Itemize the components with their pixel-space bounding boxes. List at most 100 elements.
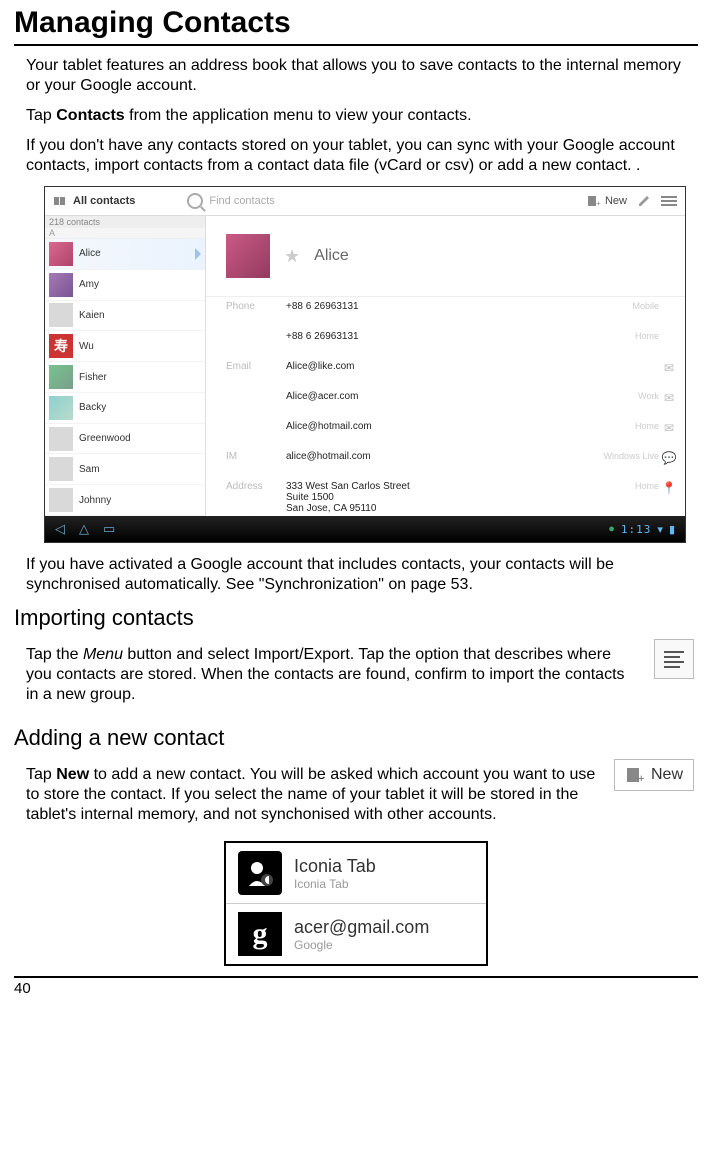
account-name: acer@gmail.com bbox=[294, 917, 429, 938]
add-contact-icon: + bbox=[625, 766, 645, 784]
field-type: Home bbox=[579, 331, 659, 341]
contact-photo bbox=[226, 234, 270, 278]
svg-text:+: + bbox=[638, 773, 644, 784]
contact-item: Fisher bbox=[45, 362, 205, 393]
add-paragraph: Tap New to add a new contact. You will b… bbox=[26, 765, 596, 825]
account-name: Iconia Tab bbox=[294, 856, 376, 877]
back-icon: ◁ bbox=[55, 521, 65, 537]
contact-item: Kaien bbox=[45, 301, 205, 332]
field-value: +88 6 26963131 bbox=[286, 331, 579, 342]
account-chooser-figure: Iconia Tab Iconia Tab g acer@gmail.com G… bbox=[224, 841, 488, 966]
contact-count: 218 contacts bbox=[45, 216, 205, 228]
field-type: Home bbox=[579, 481, 659, 491]
field-action-icon: ✉ bbox=[659, 361, 679, 375]
clock: 1:13 bbox=[621, 523, 652, 536]
avatar: 寿 bbox=[49, 334, 73, 358]
avatar bbox=[49, 457, 73, 481]
adding-heading: Adding a new contact bbox=[14, 725, 698, 751]
contacts-bold: Contacts bbox=[56, 107, 124, 124]
page-number: 40 bbox=[14, 976, 698, 997]
add-contact-icon: + bbox=[587, 195, 601, 207]
contacts-app-screenshot: All contacts Find contacts + New 218 con… bbox=[44, 186, 686, 543]
detail-row: Alice@acer.comWork✉ bbox=[206, 387, 685, 417]
svg-text:+: + bbox=[596, 199, 601, 207]
menu-icon bbox=[664, 648, 684, 671]
avatar bbox=[49, 365, 73, 389]
avatar bbox=[49, 427, 73, 451]
menu-button-figure bbox=[654, 639, 694, 679]
screenshot-topbar: All contacts Find contacts + New bbox=[45, 187, 685, 216]
contact-item: Sam bbox=[45, 454, 205, 485]
avatar bbox=[49, 488, 73, 512]
system-navbar: ◁ △ ▭ ● 1:13 ▾ ▮ bbox=[45, 516, 685, 542]
new-button-figure: + New bbox=[614, 759, 694, 791]
import-paragraph: Tap the Menu button and select Import/Ex… bbox=[26, 645, 636, 705]
search-area: Find contacts bbox=[187, 193, 581, 209]
field-label: Email bbox=[226, 361, 286, 372]
contact-item: Greenwood bbox=[45, 424, 205, 455]
home-icon: △ bbox=[79, 521, 89, 537]
edit-icon bbox=[637, 194, 651, 208]
favorite-star-icon: ★ bbox=[284, 246, 300, 267]
google-account-icon: g bbox=[238, 912, 282, 956]
avatar bbox=[49, 242, 73, 266]
field-value: 333 West San Carlos Street Suite 1500 Sa… bbox=[286, 481, 579, 514]
avatar bbox=[49, 273, 73, 297]
detail-row: IMalice@hotmail.comWindows Live💬 bbox=[206, 447, 685, 477]
intro-paragraph-2: Tap Contacts from the application menu t… bbox=[26, 106, 688, 126]
intro-paragraph-3: If you don't have any contacts stored on… bbox=[26, 136, 688, 176]
field-value: Alice@like.com bbox=[286, 361, 579, 372]
field-label: IM bbox=[226, 451, 286, 462]
letter-header: A bbox=[45, 228, 205, 239]
account-option-tablet: Iconia Tab Iconia Tab bbox=[226, 843, 486, 904]
search-placeholder: Find contacts bbox=[209, 195, 274, 207]
importing-heading: Importing contacts bbox=[14, 605, 698, 631]
contact-name: Alice bbox=[314, 247, 349, 265]
field-label: Phone bbox=[226, 301, 286, 312]
sync-paragraph: If you have activated a Google account t… bbox=[26, 555, 688, 595]
recent-apps-icon: ▭ bbox=[103, 521, 115, 537]
field-value: alice@hotmail.com bbox=[286, 451, 579, 462]
new-contact-button: + New bbox=[587, 195, 627, 207]
detail-row: Address333 West San Carlos Street Suite … bbox=[206, 477, 685, 516]
menu-italic: Menu bbox=[83, 646, 123, 663]
detail-row: Alice@hotmail.comHome✉ bbox=[206, 417, 685, 447]
account-type: Google bbox=[294, 938, 429, 952]
account-type: Iconia Tab bbox=[294, 877, 376, 891]
contacts-group-icon bbox=[53, 195, 67, 207]
menu-icon bbox=[661, 194, 677, 208]
field-label: Address bbox=[226, 481, 286, 492]
all-contacts-label: All contacts bbox=[73, 195, 135, 207]
detail-row: EmailAlice@like.com ✉ bbox=[206, 357, 685, 387]
battery-icon: ▮ bbox=[669, 523, 675, 536]
field-type: Mobile bbox=[579, 301, 659, 311]
intro-paragraph-1: Your tablet features an address book tha… bbox=[26, 56, 688, 96]
field-action-icon: 📍 bbox=[659, 481, 679, 495]
account-option-google: g acer@gmail.com Google bbox=[226, 904, 486, 964]
field-value: Alice@acer.com bbox=[286, 391, 579, 402]
contact-item: Johnny bbox=[45, 485, 205, 516]
field-type: Work bbox=[579, 391, 659, 401]
contact-detail-panel: ★ Alice Phone+88 6 26963131Mobile +88 6 2… bbox=[206, 216, 685, 516]
contact-item: 寿 Wu bbox=[45, 331, 205, 362]
field-type: Home bbox=[579, 421, 659, 431]
contact-item: Backy bbox=[45, 393, 205, 424]
field-type: Windows Live bbox=[579, 451, 659, 461]
avatar bbox=[49, 396, 73, 420]
field-action-icon: 💬 bbox=[659, 451, 679, 465]
new-bold: New bbox=[56, 766, 89, 783]
notification-icon: ● bbox=[608, 523, 615, 535]
contacts-list-panel: 218 contacts A Alice Amy Kaien 寿 bbox=[45, 216, 206, 516]
search-icon bbox=[187, 193, 203, 209]
contact-item: Amy bbox=[45, 270, 205, 301]
avatar bbox=[49, 303, 73, 327]
page-title: Managing Contacts bbox=[14, 6, 698, 46]
field-value: Alice@hotmail.com bbox=[286, 421, 579, 432]
contact-item-alice: Alice bbox=[45, 239, 205, 270]
wifi-icon: ▾ bbox=[657, 523, 663, 536]
detail-row: Phone+88 6 26963131Mobile bbox=[206, 297, 685, 327]
field-action-icon: ✉ bbox=[659, 421, 679, 435]
chevron-right-icon bbox=[195, 248, 201, 260]
tablet-account-icon bbox=[238, 851, 282, 895]
field-action-icon: ✉ bbox=[659, 391, 679, 405]
